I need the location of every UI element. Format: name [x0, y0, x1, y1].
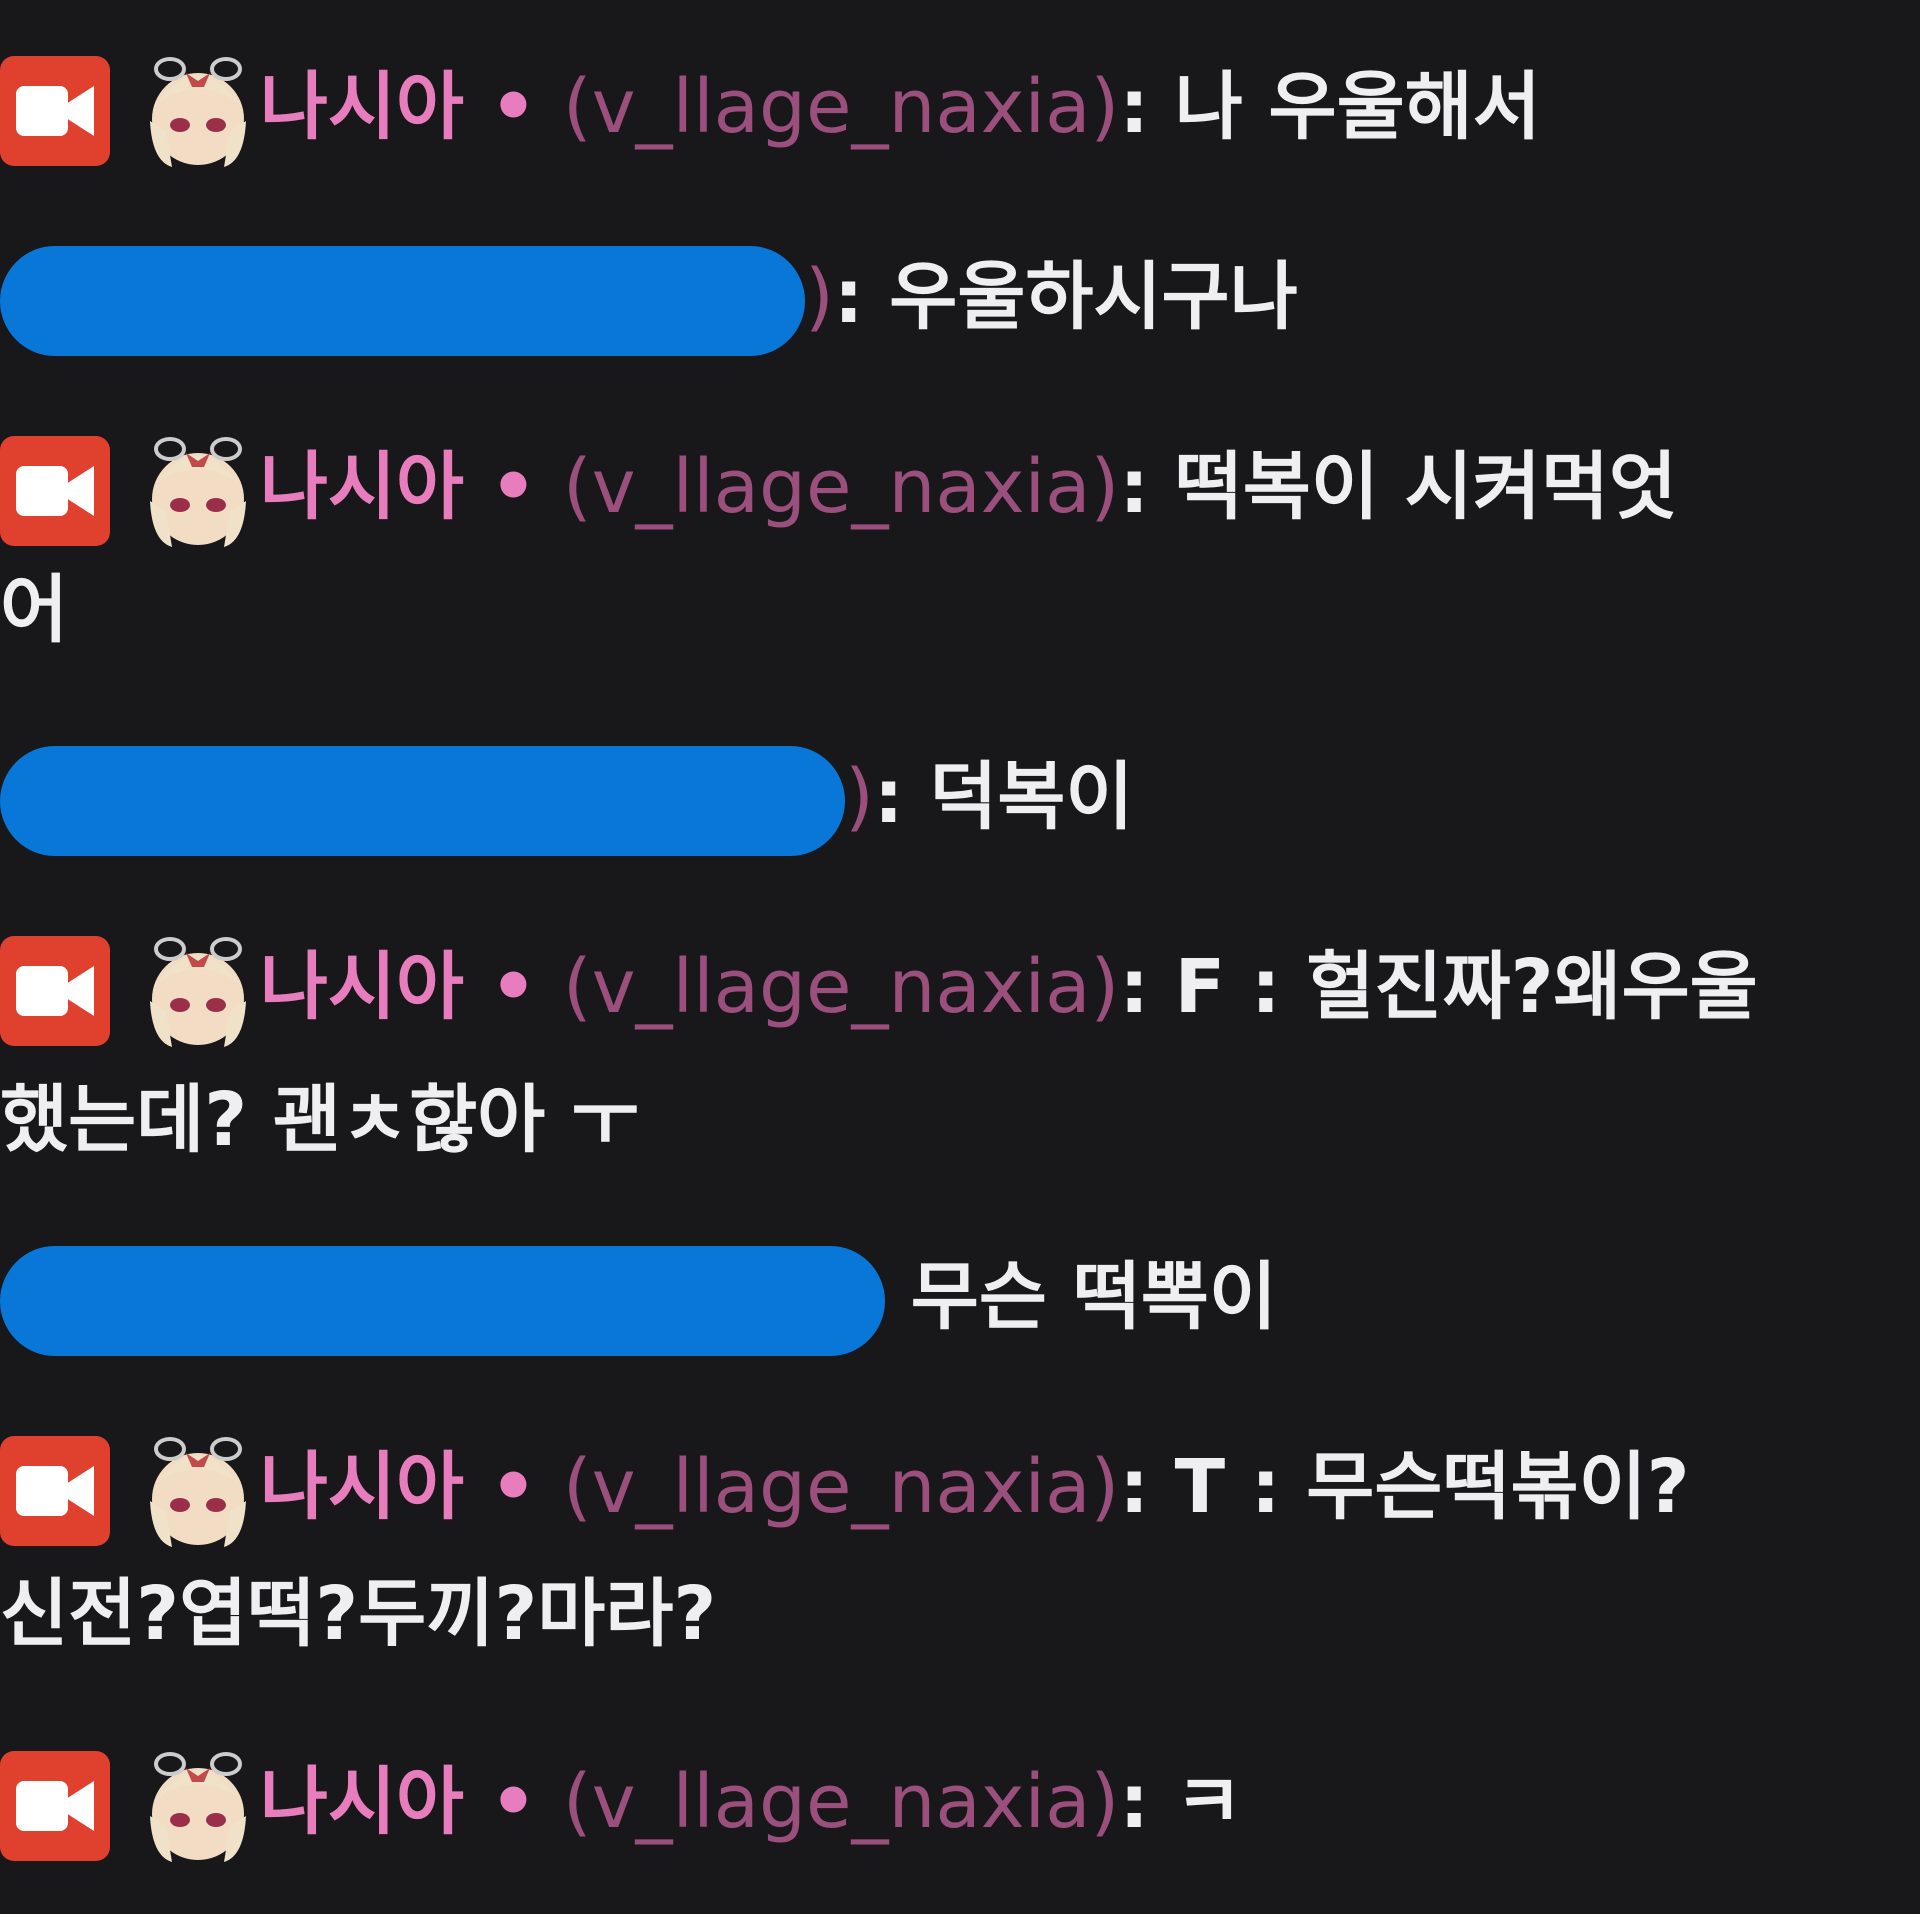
username-login[interactable]: (v_llage_naxia): [563, 1759, 1119, 1845]
separator-dot: •: [489, 64, 538, 150]
username-nick[interactable]: 나시아: [260, 1759, 464, 1845]
chat-message: 나시아 • (v_llage_naxia): 떡복이 시켜먹엇: [0, 425, 1900, 551]
anime-girl-emote[interactable]: [142, 51, 254, 171]
message-continuation: 신전?엽떡?두끼?마라?: [0, 1571, 717, 1657]
username-nick[interactable]: 나시아: [260, 944, 464, 1030]
anime-girl-emote[interactable]: [142, 1431, 254, 1551]
chat-message: ): 우울하시구나: [0, 235, 1900, 360]
separator-dot: •: [489, 1444, 538, 1530]
username-nick[interactable]: 나시아: [260, 64, 464, 150]
username-login-tail: ): [845, 754, 874, 840]
message-text: F : 헐진짜?왜우울: [1174, 944, 1758, 1030]
separator-dot: •: [489, 444, 538, 530]
colon-separator: :: [833, 254, 864, 340]
chat-log: 나시아 • (v_llage_naxia): 나 우울해서 ): 우울하시구나 …: [0, 0, 1920, 1914]
anime-girl-emote[interactable]: [142, 1746, 254, 1866]
video-camera-icon[interactable]: [0, 436, 110, 547]
separator-dot: •: [489, 944, 538, 1030]
separator-dot: •: [489, 1759, 538, 1845]
username-login[interactable]: (v_llage_naxia): [563, 64, 1119, 150]
anime-girl-emote[interactable]: [142, 431, 254, 551]
colon-separator: :: [1119, 944, 1149, 1030]
username-nick[interactable]: 나시아: [260, 1444, 464, 1530]
colon-separator: :: [1119, 1759, 1149, 1845]
video-camera-icon[interactable]: [0, 56, 110, 167]
chat-message: 무슨 떡뽁이: [0, 1235, 1900, 1360]
chat-message: 나시아 • (v_llage_naxia): ㅋ: [0, 1740, 1900, 1866]
video-camera-icon[interactable]: [0, 1436, 110, 1547]
username-nick[interactable]: 나시아: [260, 444, 464, 530]
message-continuation: 했는데? 괜ㅊ핞아 ㅜ: [0, 1077, 640, 1163]
anime-girl-emote[interactable]: [142, 931, 254, 1051]
redacted-username: [0, 746, 845, 857]
username-login[interactable]: (v_llage_naxia): [563, 944, 1119, 1030]
redacted-username: [0, 246, 805, 357]
chat-message: 나시아 • (v_llage_naxia): T : 무슨떡볶이?: [0, 1425, 1900, 1551]
username-login[interactable]: (v_llage_naxia): [563, 444, 1119, 530]
redacted-username: [0, 1246, 885, 1357]
message-continuation: 어: [0, 567, 69, 653]
video-camera-icon[interactable]: [0, 1751, 110, 1862]
username-login[interactable]: (v_llage_naxia): [563, 1444, 1119, 1530]
message-text: 덕복이: [929, 754, 1134, 840]
chat-message: 나시아 • (v_llage_naxia): 나 우울해서: [0, 45, 1900, 171]
chat-message: ): 덕복이: [0, 735, 1900, 860]
message-text: ㅋ: [1174, 1759, 1243, 1845]
message-text: 떡복이 시켜먹엇: [1174, 444, 1677, 530]
colon-separator: :: [1119, 1444, 1149, 1530]
colon-separator: :: [873, 754, 904, 840]
message-text: T : 무슨떡볶이?: [1174, 1444, 1690, 1530]
message-text: 무슨 떡뽁이: [910, 1254, 1277, 1340]
message-text: 나 우울해서: [1174, 64, 1541, 150]
video-camera-icon[interactable]: [0, 936, 110, 1047]
chat-message: 나시아 • (v_llage_naxia): F : 헐진짜?왜우울: [0, 925, 1900, 1051]
colon-separator: :: [1119, 444, 1149, 530]
message-text: 우울하시구나: [889, 254, 1298, 340]
username-login-tail: ): [805, 254, 834, 340]
colon-separator: :: [1119, 64, 1149, 150]
